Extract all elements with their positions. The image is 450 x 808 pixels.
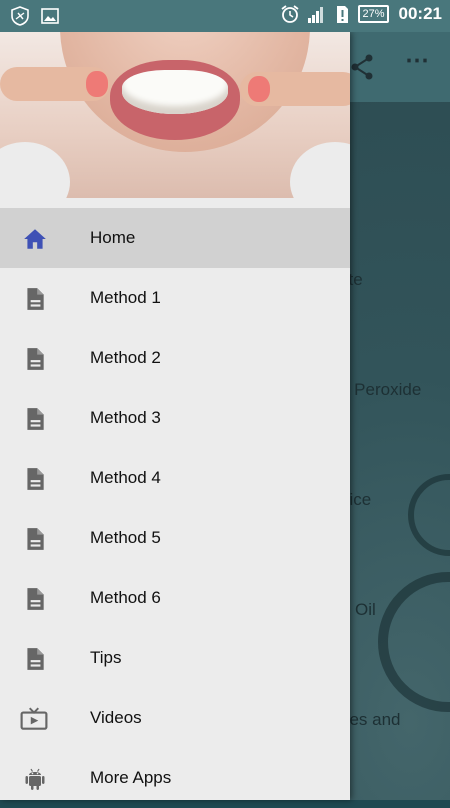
background-item: Oil [355, 600, 376, 619]
menu-item-more-apps[interactable]: More Apps [0, 748, 350, 808]
document-icon [27, 288, 44, 310]
document-icon [27, 348, 44, 370]
menu-item-method-6[interactable]: Method 6 [0, 568, 350, 628]
status-bar: 27% 00:21 [0, 0, 450, 32]
tv-icon [20, 707, 48, 730]
menu-item-label: Method 2 [90, 348, 161, 367]
menu-item-home[interactable]: Home [0, 208, 350, 268]
document-icon [27, 648, 44, 670]
menu-item-label: Videos [90, 708, 142, 727]
menu-item-label: Method 6 [90, 588, 161, 607]
background-item: n Peroxide [340, 380, 422, 399]
signal-icon [308, 7, 324, 23]
image-notification-icon [41, 8, 59, 24]
menu-item-method-3[interactable]: Method 3 [0, 388, 350, 448]
menu-item-label: Method 5 [90, 528, 161, 547]
menu-item-label: Method 3 [90, 408, 161, 427]
android-icon [25, 768, 45, 790]
document-icon [27, 588, 44, 610]
menu-item-method-4[interactable]: Method 4 [0, 448, 350, 508]
clock: 00:21 [398, 4, 442, 23]
menu-item-tips[interactable]: Tips [0, 628, 350, 688]
menu-item-videos[interactable]: Videos [0, 688, 350, 748]
document-icon [27, 468, 44, 490]
menu-item-method-1[interactable]: Method 1 [0, 268, 350, 328]
stethoscope-decoration-2 [408, 474, 450, 556]
stethoscope-decoration [378, 572, 450, 712]
drawer-header-image [0, 32, 350, 198]
menu-item-label: Method 4 [90, 468, 161, 487]
alarm-icon [281, 5, 300, 23]
shield-notification-icon [11, 6, 29, 26]
navigation-drawer: Home Method 1 Method 2 Method 3 Method 4… [0, 32, 350, 800]
menu-item-label: More Apps [90, 768, 172, 787]
share-icon[interactable] [350, 54, 374, 80]
menu-item-label: Method 1 [90, 288, 161, 307]
battery-indicator: 27% [358, 5, 389, 23]
sim-alert-icon [337, 6, 349, 23]
menu-item-method-5[interactable]: Method 5 [0, 508, 350, 568]
drawer-menu: Home Method 1 Method 2 Method 3 Method 4… [0, 208, 350, 808]
document-icon [27, 528, 44, 550]
home-icon [24, 229, 46, 249]
document-icon [27, 408, 44, 430]
menu-item-label: Tips [90, 648, 122, 667]
overflow-menu-icon[interactable]: ⋯ [405, 46, 429, 75]
menu-item-method-2[interactable]: Method 2 [0, 328, 350, 388]
menu-item-label: Home [90, 228, 136, 247]
